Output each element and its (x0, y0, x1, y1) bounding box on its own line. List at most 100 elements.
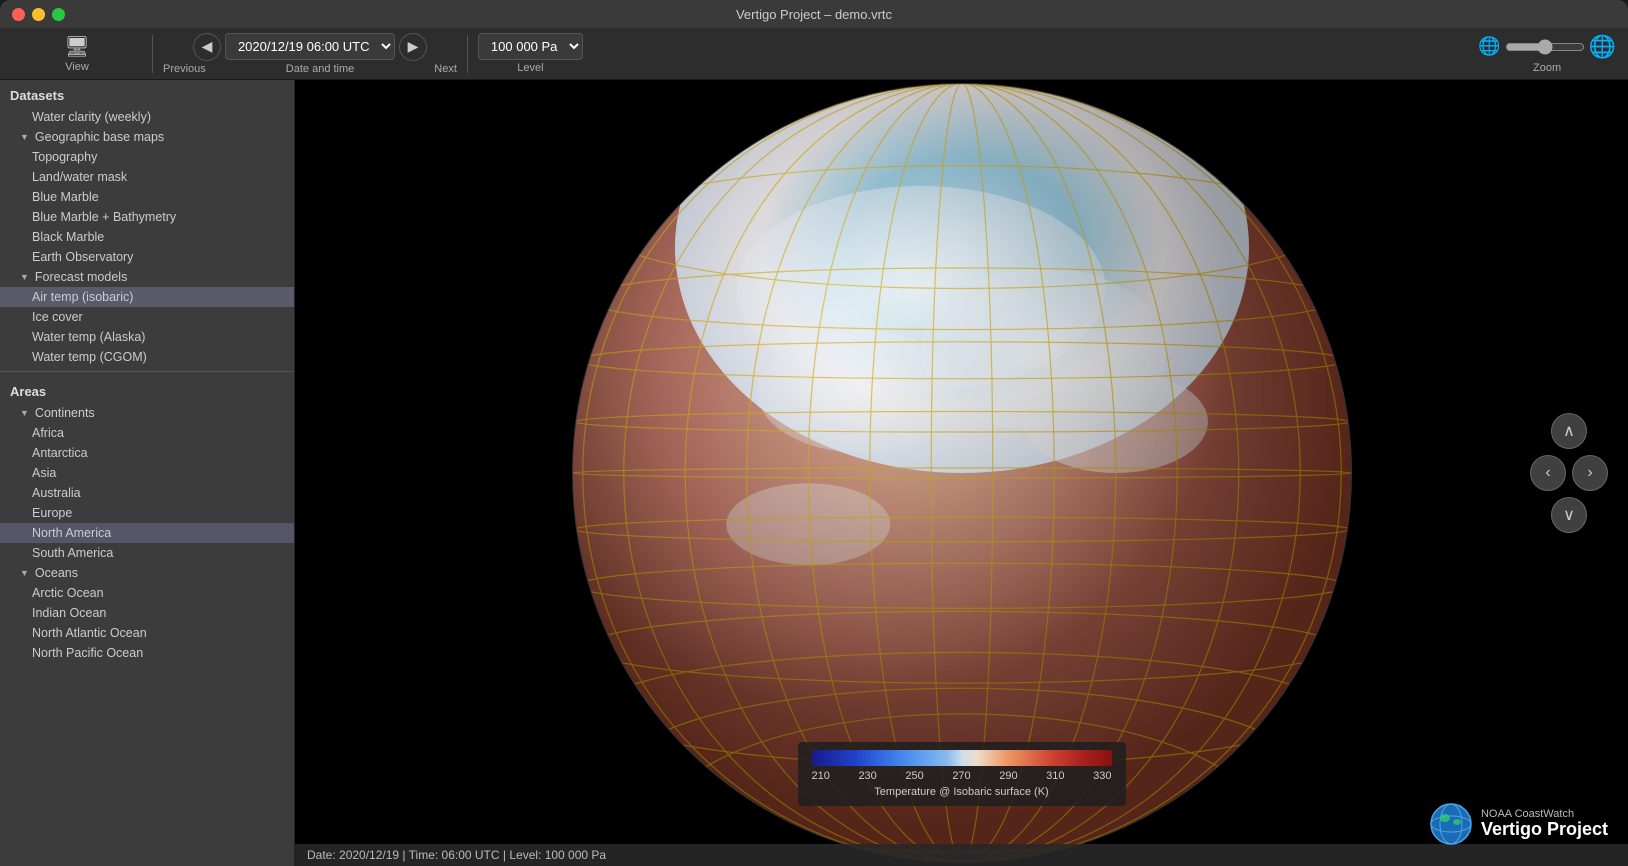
chevron-down-icon: ▼ (20, 132, 29, 142)
globe-left-icon: 🌐 (1478, 36, 1500, 57)
sidebar-item-north-america[interactable]: North America (0, 523, 294, 543)
datetime-group: ◀ 2020/12/19 06:00 UTC ▶ Previous Date a… (163, 33, 457, 75)
sidebar-item-water-temp-alaska[interactable]: Water temp (Alaska) (0, 327, 294, 347)
noaa-logo: NOAA CoastWatch Vertigo Project (1429, 802, 1608, 846)
sidebar-item-topography[interactable]: Topography (0, 147, 294, 167)
maximize-button[interactable] (52, 8, 65, 21)
europe-label: Europe (32, 506, 72, 520)
noaa-text-block: NOAA CoastWatch Vertigo Project (1481, 808, 1608, 840)
topography-label: Topography (32, 150, 97, 164)
view-section: 🖥 View (12, 34, 142, 73)
land-water-mask-label: Land/water mask (32, 170, 127, 184)
antarctica-label: Antarctica (32, 446, 88, 460)
datasets-header: Datasets (0, 80, 294, 107)
view-label: View (65, 61, 89, 73)
colorbar-gradient (812, 750, 1112, 766)
zoom-group: 🌐 🌐 Zoom (1478, 34, 1616, 74)
arctic-ocean-label: Arctic Ocean (32, 586, 104, 600)
north-atlantic-ocean-label: North Atlantic Ocean (32, 626, 147, 640)
south-america-label: South America (32, 546, 113, 560)
colorbar-label-250: 250 (905, 770, 923, 782)
sidebar-item-indian-ocean[interactable]: Indian Ocean (0, 603, 294, 623)
sidebar-item-earth-observatory[interactable]: Earth Observatory (0, 247, 294, 267)
sidebar-item-water-clarity[interactable]: Water clarity (weekly) (0, 107, 294, 127)
next-label: Next (434, 63, 457, 75)
status-text: Date: 2020/12/19 | Time: 06:00 UTC | Lev… (307, 848, 606, 862)
water-temp-cgom-label: Water temp (CGOM) (32, 350, 147, 364)
sidebar-item-antarctica[interactable]: Antarctica (0, 443, 294, 463)
colorbar: 210 230 250 270 290 310 330 Temperature … (798, 742, 1126, 806)
sidebar-item-europe[interactable]: Europe (0, 503, 294, 523)
minimize-button[interactable] (32, 8, 45, 21)
toolbar-separator-1 (152, 35, 153, 73)
earth-observatory-label: Earth Observatory (32, 250, 133, 264)
window-controls[interactable] (12, 8, 65, 21)
noaa-globe-icon (1429, 802, 1473, 846)
north-america-label: North America (32, 526, 111, 540)
sidebar-item-blue-marble[interactable]: Blue Marble (0, 187, 294, 207)
ice-cover-label: Ice cover (32, 310, 83, 324)
oceans-label: Oceans (35, 566, 78, 580)
toolbar: 🖥 View ◀ 2020/12/19 06:00 UTC ▶ Previous… (0, 28, 1628, 80)
title-bar: Vertigo Project – demo.vrtc (0, 0, 1628, 28)
sidebar: Datasets Water clarity (weekly) ▼ Geogra… (0, 80, 295, 866)
sidebar-item-africa[interactable]: Africa (0, 423, 294, 443)
zoom-label: Zoom (1533, 62, 1561, 74)
sidebar-item-black-marble[interactable]: Black Marble (0, 227, 294, 247)
globe-right-button[interactable]: › (1572, 455, 1608, 491)
previous-button[interactable]: ◀ (193, 33, 221, 61)
globe-area: ∧ ‹ › ∨ 210 230 250 270 290 310 330 Temp… (295, 80, 1628, 866)
previous-label: Previous (163, 63, 206, 75)
globe-up-button[interactable]: ∧ (1551, 413, 1587, 449)
blue-marble-bathy-label: Blue Marble + Bathymetry (32, 210, 176, 224)
globe-down-button[interactable]: ∨ (1551, 497, 1587, 533)
globe-navigation: ∧ ‹ › ∨ (1530, 413, 1608, 533)
africa-label: Africa (32, 426, 64, 440)
colorbar-title: Temperature @ Isobaric surface (K) (874, 786, 1048, 798)
level-group: 100 000 Pa Level (478, 33, 583, 74)
sidebar-item-geographic-base-maps[interactable]: ▼ Geographic base maps (0, 127, 294, 147)
colorbar-label-230: 230 (858, 770, 876, 782)
datetime-controls: ◀ 2020/12/19 06:00 UTC ▶ (193, 33, 427, 61)
globe-right-icon: 🌐 (1589, 34, 1616, 60)
sidebar-item-australia[interactable]: Australia (0, 483, 294, 503)
indian-ocean-label: Indian Ocean (32, 606, 106, 620)
next-button[interactable]: ▶ (399, 33, 427, 61)
close-button[interactable] (12, 8, 25, 21)
sidebar-item-oceans[interactable]: ▼ Oceans (0, 563, 294, 583)
main-content: Datasets Water clarity (weekly) ▼ Geogra… (0, 80, 1628, 866)
zoom-slider[interactable] (1505, 39, 1585, 55)
colorbar-label-290: 290 (999, 770, 1017, 782)
datetime-label: Date and time (286, 63, 354, 75)
sidebar-item-asia[interactable]: Asia (0, 463, 294, 483)
asia-label: Asia (32, 466, 56, 480)
window-title: Vertigo Project – demo.vrtc (736, 7, 892, 22)
continents-label: Continents (35, 406, 95, 420)
sidebar-item-continents[interactable]: ▼ Continents (0, 403, 294, 423)
air-temp-label: Air temp (isobaric) (32, 290, 133, 304)
globe-left-button[interactable]: ‹ (1530, 455, 1566, 491)
sidebar-item-north-atlantic-ocean[interactable]: North Atlantic Ocean (0, 623, 294, 643)
geographic-base-maps-label: Geographic base maps (35, 130, 164, 144)
australia-label: Australia (32, 486, 81, 500)
sidebar-item-arctic-ocean[interactable]: Arctic Ocean (0, 583, 294, 603)
sidebar-item-water-temp-cgom[interactable]: Water temp (CGOM) (0, 347, 294, 367)
sidebar-item-air-temp[interactable]: Air temp (isobaric) (0, 287, 294, 307)
colorbar-label-330: 330 (1093, 770, 1111, 782)
level-select[interactable]: 100 000 Pa (478, 33, 583, 60)
water-temp-alaska-label: Water temp (Alaska) (32, 330, 145, 344)
sidebar-item-south-america[interactable]: South America (0, 543, 294, 563)
colorbar-label-270: 270 (952, 770, 970, 782)
view-icon: 🖥 (64, 34, 89, 59)
sidebar-item-blue-marble-bathy[interactable]: Blue Marble + Bathymetry (0, 207, 294, 227)
sidebar-item-north-pacific-ocean[interactable]: North Pacific Ocean (0, 643, 294, 663)
colorbar-label-210: 210 (812, 770, 830, 782)
datetime-select[interactable]: 2020/12/19 06:00 UTC (225, 33, 395, 60)
sidebar-item-land-water-mask[interactable]: Land/water mask (0, 167, 294, 187)
chevron-down-icon: ▼ (20, 272, 29, 282)
level-label: Level (517, 62, 543, 74)
sidebar-item-forecast-models[interactable]: ▼ Forecast models (0, 267, 294, 287)
toolbar-separator-2 (467, 35, 468, 73)
sidebar-item-ice-cover[interactable]: Ice cover (0, 307, 294, 327)
colorbar-labels: 210 230 250 270 290 310 330 (812, 770, 1112, 782)
